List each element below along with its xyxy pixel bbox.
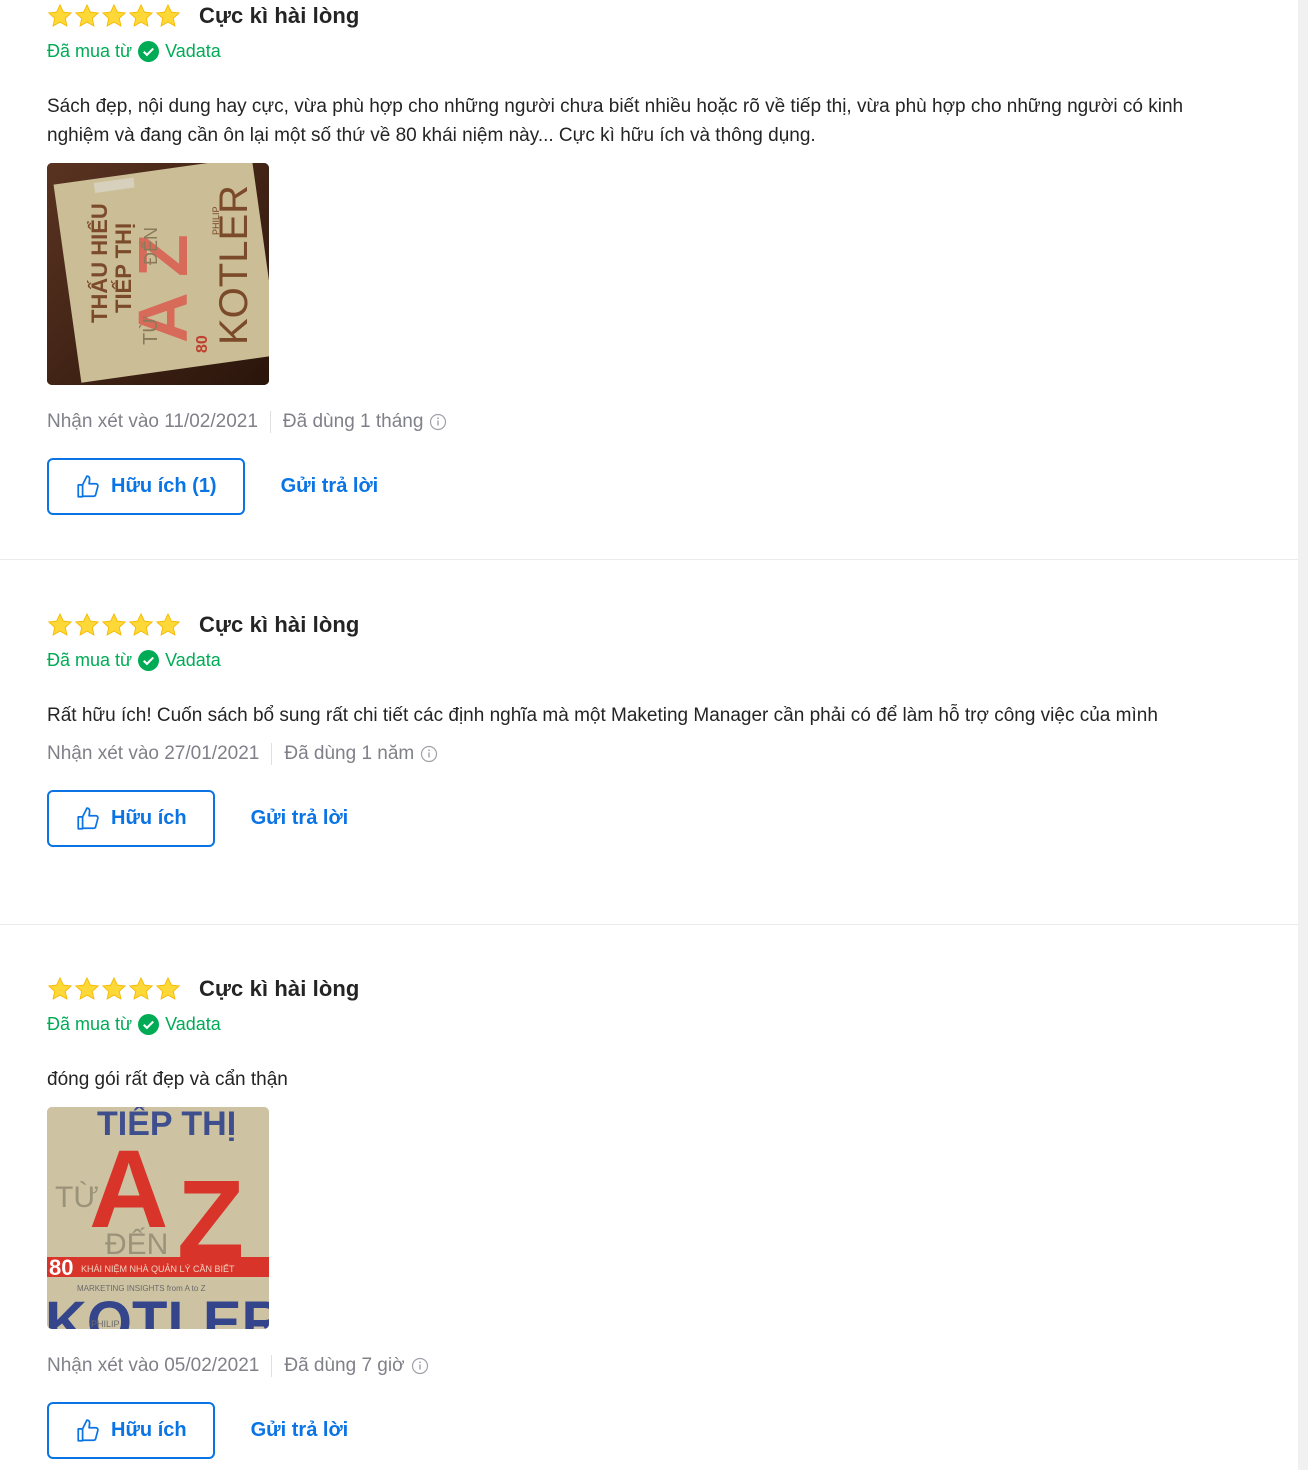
thumbs-up-icon	[75, 806, 101, 832]
review-date: Nhận xét vào 05/02/2021	[47, 1355, 260, 1376]
seller-name: Vadata	[165, 649, 221, 670]
review-photo[interactable]: THẤU HIỂU TIẾP THỊ A Z TỪ ĐẾN 80 KOTLER …	[47, 163, 269, 385]
review-header: Cực kì hài lòng	[47, 609, 1298, 641]
photo-text: KOTLER	[47, 1290, 269, 1329]
info-icon[interactable]	[420, 745, 438, 763]
star-icon	[74, 3, 100, 29]
usage-duration: Đã dùng 1 tháng	[282, 411, 424, 432]
usage-duration: Đã dùng 1 năm	[284, 743, 415, 764]
meta-divider	[271, 743, 273, 765]
photo-text: PHILIP	[211, 206, 221, 235]
purchase-info: Đã mua từ Vadata	[47, 647, 1298, 673]
star-icon	[47, 976, 73, 1002]
review-meta: Nhận xét vào 05/02/2021 Đã dùng 7 giờ	[47, 1353, 1298, 1379]
star-icon	[101, 612, 127, 638]
star-icon	[101, 3, 127, 29]
page-scrollbar[interactable]	[1298, 0, 1308, 1470]
review-title: Cực kì hài lòng	[199, 612, 360, 637]
photo-text: 80	[194, 335, 211, 353]
review-actions: Hữu ích Gửi trả lời	[47, 1402, 1298, 1459]
review-meta: Nhận xét vào 11/02/2021 Đã dùng 1 tháng	[47, 409, 1298, 435]
info-icon[interactable]	[411, 1357, 429, 1375]
purchase-info: Đã mua từ Vadata	[47, 1011, 1298, 1037]
helpful-button[interactable]: Hữu ích	[47, 1402, 215, 1459]
star-icon	[155, 612, 181, 638]
reply-link[interactable]: Gửi trả lời	[251, 807, 349, 830]
review-title: Cực kì hài lòng	[199, 3, 360, 28]
verified-check-icon	[138, 1013, 160, 1035]
star-icon	[155, 976, 181, 1002]
helpful-label: Hữu ích	[111, 807, 187, 829]
seller-name: Vadata	[165, 1013, 221, 1034]
thumbs-up-icon	[75, 474, 101, 500]
review-content: đóng gói rất đẹp và cẩn thận	[47, 1069, 288, 1090]
usage-duration: Đã dùng 7 giờ	[284, 1355, 405, 1376]
rating-stars	[47, 976, 181, 1002]
photo-text: PHILIP	[91, 1319, 120, 1329]
star-icon	[101, 976, 127, 1002]
photo-text: ĐẾN	[105, 1227, 168, 1261]
review-date: Nhận xét vào 27/01/2021	[47, 743, 260, 764]
helpful-label: Hữu ích (1)	[111, 475, 217, 497]
photo-text: 80	[49, 1255, 73, 1280]
star-icon	[74, 976, 100, 1002]
review-header: Cực kì hài lòng	[47, 973, 1298, 1005]
photo-text: TỪ	[139, 316, 162, 345]
review-date: Nhận xét vào 11/02/2021	[47, 411, 258, 432]
star-icon	[128, 612, 154, 638]
review-photo[interactable]: TIẾP THỊ TỪ A Z ĐẾN 80 KHÁI NIỆM NHÀ QUẢ…	[47, 1107, 269, 1329]
photo-text: THẤU HIỂU	[87, 203, 112, 323]
helpful-label: Hữu ích	[111, 1419, 187, 1441]
helpful-button[interactable]: Hữu ích (1)	[47, 458, 245, 515]
purchased-from-label: Đã mua từ	[47, 40, 133, 61]
purchased-from-label: Đã mua từ	[47, 1013, 133, 1034]
review-item: Cực kì hài lòng Đã mua từ Vadata đóng gó…	[0, 925, 1298, 1470]
review-content: Rất hữu ích! Cuốn sách bổ sung rất chi t…	[47, 705, 1158, 726]
reply-link[interactable]: Gửi trả lời	[281, 475, 379, 498]
rating-stars	[47, 3, 181, 29]
helpful-button[interactable]: Hữu ích	[47, 790, 215, 847]
thumbs-up-icon	[75, 1418, 101, 1444]
star-icon	[47, 612, 73, 638]
review-header: Cực kì hài lòng	[47, 0, 1298, 32]
reply-link[interactable]: Gửi trả lời	[251, 1419, 349, 1442]
meta-divider	[271, 1355, 273, 1377]
review-content: Sách đẹp, nội dung hay cực, vừa phù hợp …	[47, 96, 1184, 146]
star-icon	[74, 612, 100, 638]
verified-check-icon	[138, 40, 160, 62]
review-item: Cực kì hài lòng Đã mua từ Vadata Sách đẹ…	[0, 0, 1298, 560]
star-icon	[128, 976, 154, 1002]
seller-name: Vadata	[165, 40, 221, 61]
review-actions: Hữu ích Gửi trả lời	[47, 790, 1298, 847]
photo-text: A	[124, 292, 202, 343]
review-meta: Nhận xét vào 27/01/2021 Đã dùng 1 năm	[47, 741, 1298, 767]
star-icon	[155, 3, 181, 29]
purchase-info: Đã mua từ Vadata	[47, 38, 1298, 64]
rating-stars	[47, 612, 181, 638]
meta-divider	[269, 411, 271, 433]
star-icon	[47, 3, 73, 29]
review-item: Cực kì hài lòng Đã mua từ Vadata Rất hữu…	[0, 560, 1298, 925]
verified-check-icon	[138, 649, 160, 671]
star-icon	[128, 3, 154, 29]
photo-text: Z	[124, 234, 202, 277]
photo-text: KHÁI NIỆM NHÀ QUẢN LÝ CẦN BIẾT	[81, 1263, 235, 1274]
purchased-from-label: Đã mua từ	[47, 649, 133, 670]
review-actions: Hữu ích (1) Gửi trả lời	[47, 458, 1298, 515]
review-title: Cực kì hài lòng	[199, 976, 360, 1001]
photo-text: ĐẾN	[140, 227, 161, 265]
info-icon[interactable]	[429, 413, 447, 431]
